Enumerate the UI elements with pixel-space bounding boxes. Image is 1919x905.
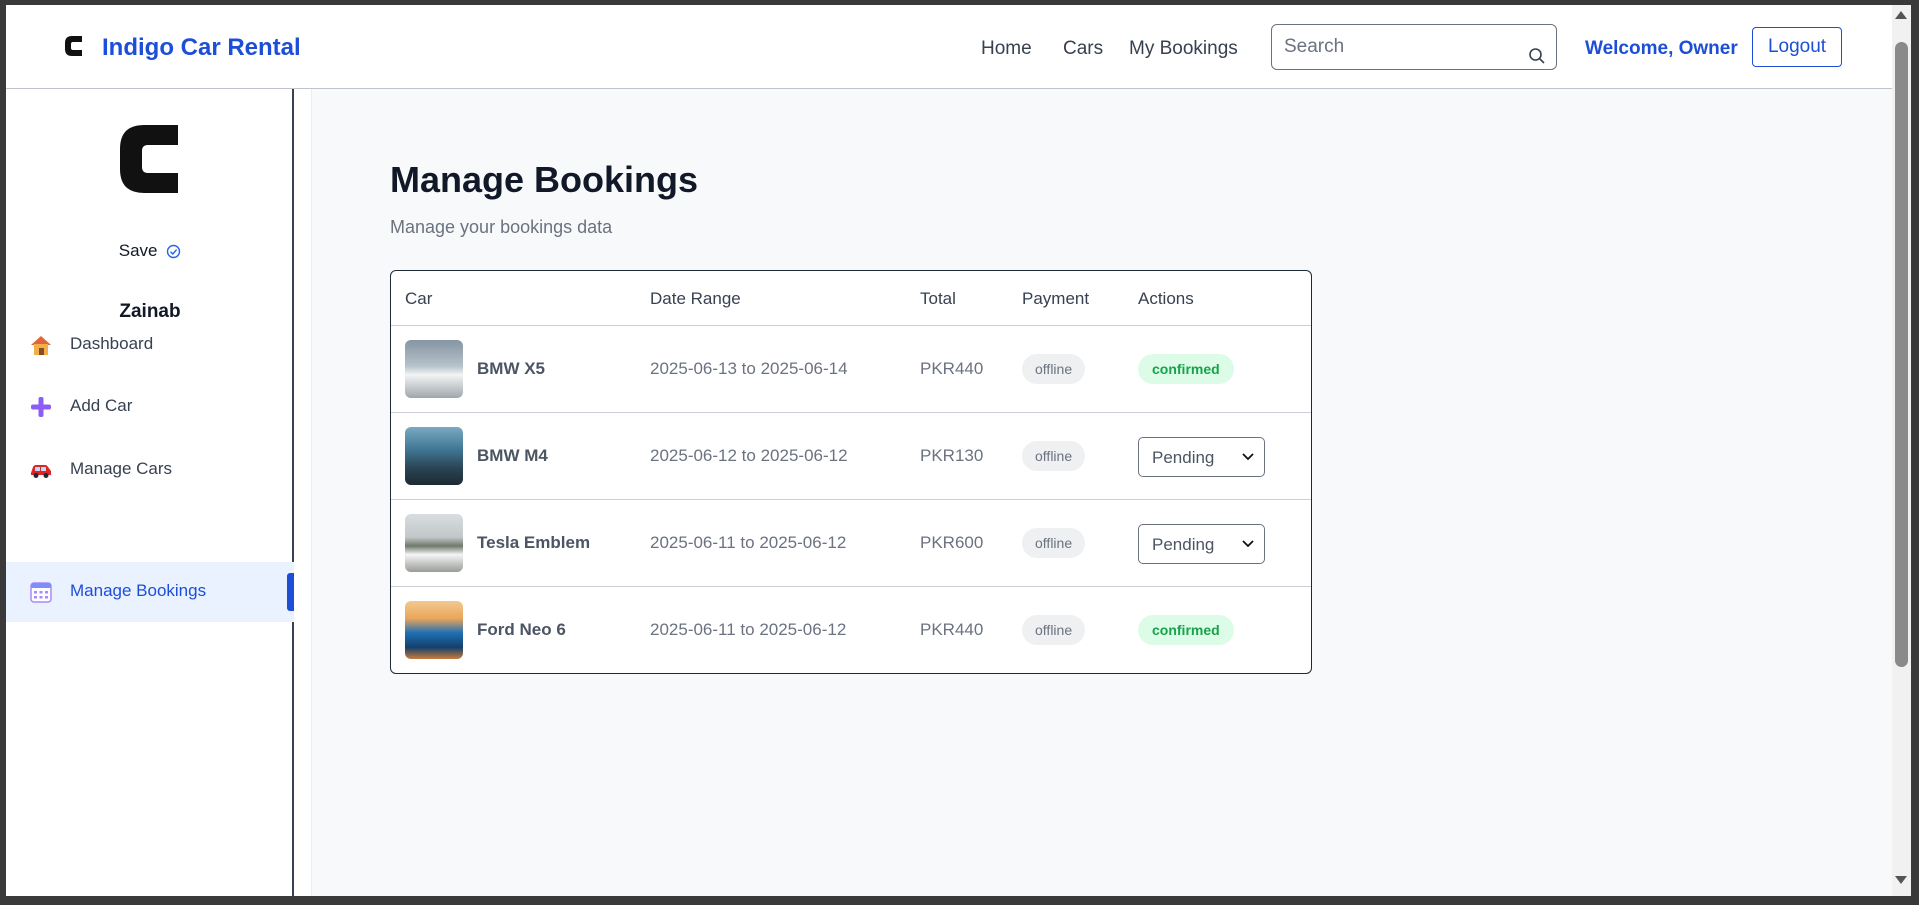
main-content: Manage Bookings Manage your bookings dat… [312, 89, 1892, 896]
status-select[interactable]: Pending [1138, 524, 1265, 564]
total-amount: PKR600 [920, 533, 984, 552]
date-range: 2025-06-11 to 2025-06-12 [650, 620, 847, 639]
sidebar-item-add-car[interactable]: Add Car [6, 377, 294, 437]
nav-home-link[interactable]: Home [981, 38, 1032, 60]
sidebar-item-label: Manage Cars [70, 459, 173, 478]
brand-logo-icon[interactable] [62, 31, 86, 61]
scrollbar-thumb[interactable] [1895, 42, 1908, 667]
payment-badge: offline [1022, 441, 1086, 471]
page-subtitle: Manage your bookings data [390, 217, 613, 237]
car-name: Tesla Emblem [477, 533, 591, 552]
plus-icon [31, 397, 51, 417]
sidebar-item-manage-cars[interactable]: Manage Cars [6, 440, 294, 500]
scroll-down-arrow-icon[interactable] [1895, 876, 1907, 884]
table-row: BMW M4 2025-06-12 to 2025-06-12 PKR130 o… [391, 413, 1311, 500]
active-indicator [287, 573, 294, 611]
total-amount: PKR130 [920, 446, 984, 465]
save-label: Save [118, 241, 158, 260]
date-range: 2025-06-12 to 2025-06-12 [650, 446, 848, 465]
car-thumbnail [405, 514, 463, 572]
sidebar: Save Zainab Dashboard Add Car Manage Car… [6, 89, 294, 896]
sidebar-item-label: Manage Bookings [70, 581, 207, 600]
car-name: BMW M4 [477, 446, 548, 465]
sidebar-item-label: Add Car [70, 396, 133, 415]
nav-my-bookings-link[interactable]: My Bookings [1129, 38, 1238, 60]
column-header-car: Car [405, 289, 433, 308]
search-icon[interactable] [1528, 47, 1546, 65]
table-row: BMW X5 2025-06-13 to 2025-06-14 PKR440 o… [391, 326, 1311, 413]
owner-logo-icon [120, 125, 178, 193]
scroll-up-arrow-icon[interactable] [1895, 11, 1907, 19]
date-range: 2025-06-11 to 2025-06-12 [650, 533, 847, 552]
payment-badge: offline [1022, 615, 1086, 645]
sidebar-item-manage-bookings[interactable]: Manage Bookings [6, 562, 294, 622]
status-select[interactable]: Pending [1138, 437, 1265, 477]
brand-name[interactable]: Indigo Car Rental [102, 34, 301, 62]
column-header-actions: Actions [1138, 289, 1194, 308]
sidebar-gutter [294, 89, 312, 896]
nav-cars-link[interactable]: Cars [1063, 38, 1103, 60]
car-thumbnail [405, 427, 463, 485]
welcome-text: Welcome, Owner [1585, 38, 1738, 59]
column-header-payment: Payment [1022, 289, 1090, 308]
payment-badge: offline [1022, 354, 1086, 384]
status-select-value: Pending [1152, 448, 1215, 467]
total-amount: PKR440 [920, 359, 984, 378]
top-navbar: Indigo Car Rental Home Cars My Bookings … [6, 5, 1892, 89]
chevron-down-icon [1242, 453, 1254, 461]
total-amount: PKR440 [920, 620, 984, 639]
column-header-date-range: Date Range [650, 289, 741, 308]
logout-button[interactable]: Logout [1752, 27, 1842, 67]
car-icon [31, 465, 51, 478]
calendar-icon [30, 582, 52, 603]
chevron-down-icon [1242, 540, 1254, 548]
app-window: Indigo Car Rental Home Cars My Bookings … [6, 5, 1892, 896]
save-status[interactable]: Save [6, 241, 294, 261]
table-row: Tesla Emblem 2025-06-11 to 2025-06-12 PK… [391, 500, 1311, 587]
page-scrollbar[interactable] [1892, 5, 1911, 896]
search-box[interactable] [1271, 24, 1557, 70]
bookings-table: Car Date Range Total Payment Actions BMW… [390, 270, 1312, 674]
page-title: Manage Bookings [390, 159, 699, 200]
date-range: 2025-06-13 to 2025-06-14 [650, 359, 848, 378]
sidebar-item-label: Dashboard [70, 334, 154, 353]
car-name: BMW X5 [477, 359, 545, 378]
check-circle-icon [167, 244, 181, 259]
sidebar-item-dashboard[interactable]: Dashboard [6, 315, 294, 375]
status-badge: confirmed [1138, 615, 1234, 645]
table-row: Ford Neo 6 2025-06-11 to 2025-06-12 PKR4… [391, 587, 1311, 673]
search-input[interactable] [1284, 35, 1514, 59]
car-thumbnail [405, 340, 463, 398]
column-header-total: Total [920, 289, 956, 308]
car-name: Ford Neo 6 [477, 620, 566, 639]
car-thumbnail [405, 601, 463, 659]
payment-badge: offline [1022, 528, 1086, 558]
status-badge: confirmed [1138, 354, 1234, 384]
house-icon [31, 336, 51, 355]
status-select-value: Pending [1152, 535, 1215, 554]
